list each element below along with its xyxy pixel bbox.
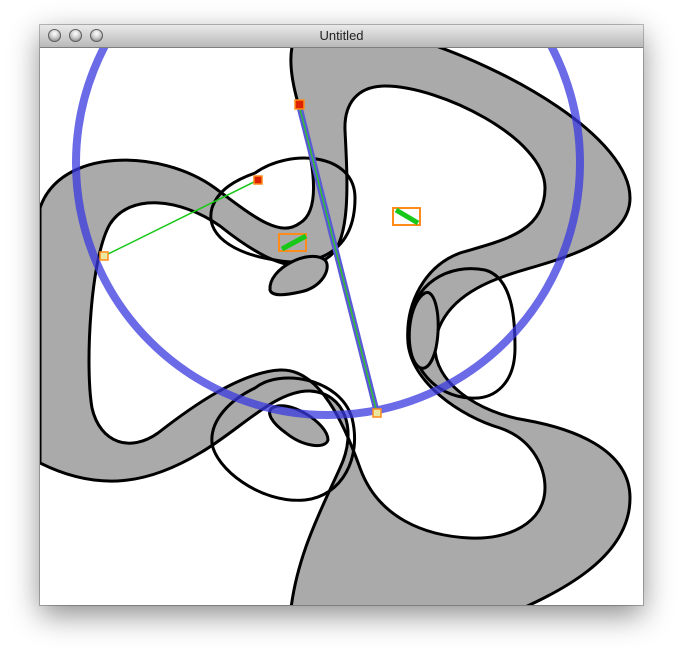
handle-bottom[interactable] <box>372 408 382 418</box>
window-title: Untitled <box>319 28 364 43</box>
marker-stroke-right <box>394 207 420 226</box>
app-window: Untitled <box>40 25 643 605</box>
drawing-canvas[interactable] <box>40 48 643 605</box>
title-bar[interactable]: Untitled <box>40 25 643 48</box>
handle-top[interactable] <box>294 99 305 110</box>
gray-band-shape <box>40 48 632 605</box>
handle-connector-end[interactable] <box>253 175 263 185</box>
handle-connector-start[interactable] <box>99 251 109 261</box>
